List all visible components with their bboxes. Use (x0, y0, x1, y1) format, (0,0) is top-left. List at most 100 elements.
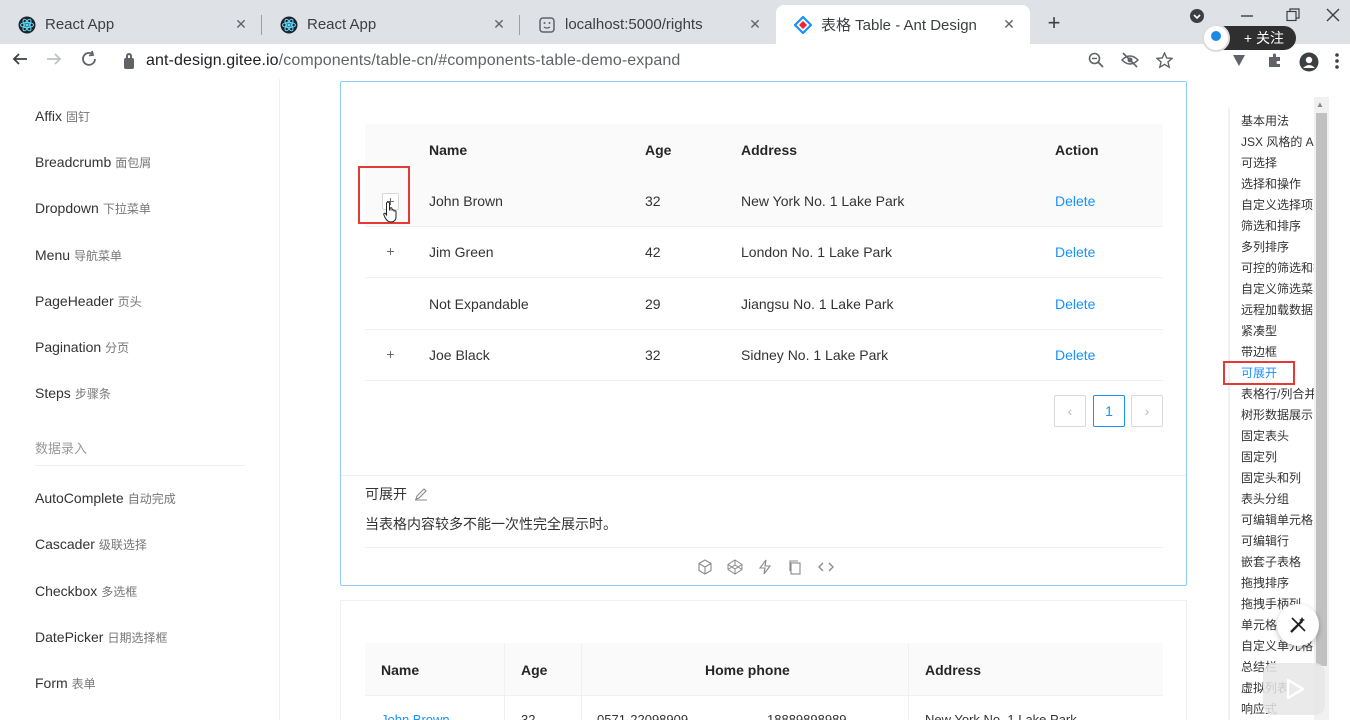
close-icon[interactable]: ✕ (746, 16, 764, 33)
close-window-icon[interactable] (1318, 8, 1348, 27)
delete-link[interactable]: Delete (1055, 296, 1095, 312)
delete-link[interactable]: Delete (1055, 347, 1095, 363)
sidebar-item-pageheader[interactable]: PageHeader 页头 (35, 293, 142, 310)
anchor-link[interactable]: 拖拽排序 (1241, 574, 1289, 591)
react-icon (280, 16, 298, 34)
sidebar-item-datepicker[interactable]: DatePicker 日期选择框 (35, 629, 167, 646)
close-icon[interactable]: ✕ (1000, 16, 1018, 33)
browser-tab[interactable]: React App ✕ (0, 5, 262, 44)
restore-icon[interactable] (1278, 8, 1308, 27)
copy-icon[interactable] (787, 559, 803, 575)
anchor-link[interactable]: 可控的筛选和排序 (1241, 259, 1314, 276)
pagination-next[interactable]: › (1131, 395, 1163, 427)
anchor-link[interactable]: 筛选和排序 (1241, 217, 1301, 234)
thunderbolt-icon[interactable] (757, 559, 773, 575)
forward-icon[interactable] (42, 50, 66, 73)
sidebar-item-menu[interactable]: Menu 导航菜单 (35, 247, 122, 264)
anchor-link[interactable]: 紧凑型 (1241, 322, 1277, 339)
hand-cursor-icon (383, 201, 397, 223)
sidebar-item-cascader[interactable]: Cascader 级联选择 (35, 536, 147, 553)
anchor-link[interactable]: 树形数据展示 (1241, 406, 1313, 423)
expand-row-button[interactable]: + (382, 244, 399, 261)
cell-name: Jim Green (429, 244, 494, 260)
edit-icon[interactable] (414, 487, 428, 501)
play-button[interactable] (1263, 663, 1325, 715)
sidebar-item-sublabel: 多选框 (101, 585, 138, 599)
cell-phone: 0571-22098909 (597, 712, 689, 720)
profile-icon[interactable] (1298, 52, 1320, 77)
column-header-age: Age (521, 662, 548, 678)
expand-row-button[interactable]: + (382, 347, 399, 364)
sidebar-item-affix[interactable]: Affix 固钉 (35, 108, 90, 125)
anchor-link[interactable]: JSX 风格的 API (1241, 133, 1314, 150)
close-icon[interactable]: ✕ (490, 16, 508, 33)
sidebar-item-label: Checkbox (35, 583, 98, 599)
browser-tab[interactable]: localhost:5000/rights ✕ (520, 5, 776, 44)
anchor-link[interactable]: 带边框 (1241, 343, 1277, 360)
extension-icon[interactable] (1228, 52, 1250, 73)
sidebar-item-label: Pagination (35, 339, 102, 355)
new-tab-button[interactable]: + (1042, 10, 1066, 36)
anchor-link[interactable]: 远程加载数据 (1241, 301, 1313, 318)
pagination-page[interactable]: 1 (1093, 395, 1125, 427)
sidebar-item-pagination[interactable]: Pagination 分页 (35, 339, 129, 356)
sidebar-item-label: DatePicker (35, 629, 104, 645)
anchor-link[interactable]: 可编辑行 (1241, 532, 1289, 549)
sidebar-item-label: PageHeader (35, 293, 114, 309)
sidebar-item-breadcrumb[interactable]: Breadcrumb 面包屑 (35, 154, 151, 171)
sidebar-item-checkbox[interactable]: Checkbox 多选框 (35, 583, 137, 600)
delete-link[interactable]: Delete (1055, 193, 1095, 209)
highlight-box (1223, 361, 1295, 385)
minimize-icon[interactable] (1232, 8, 1262, 27)
anchor-link[interactable]: 嵌套子表格 (1241, 553, 1301, 570)
zoom-icon[interactable] (1085, 52, 1107, 73)
pagination-prev[interactable]: ‹ (1054, 395, 1086, 427)
close-icon[interactable]: ✕ (232, 16, 250, 33)
anchor-link[interactable]: 自定义选择项 (1241, 196, 1313, 213)
anchor-link[interactable]: 可选择 (1241, 154, 1277, 171)
sidebar-item-form[interactable]: Form 表单 (35, 675, 96, 692)
scrollbar-thumb[interactable] (1316, 113, 1327, 666)
browser-tab[interactable]: React App ✕ (262, 5, 520, 44)
magic-wand-button[interactable] (1277, 604, 1319, 646)
star-icon[interactable] (1153, 51, 1175, 74)
side-navigation: Affix 固钉 Breadcrumb 面包屑 Dropdown 下拉菜单 Menu 导… (0, 79, 280, 720)
codepen-icon[interactable] (727, 559, 743, 575)
anchor-link[interactable]: 固定表头 (1241, 427, 1289, 444)
cell-age: 42 (645, 244, 661, 260)
anchor-link[interactable]: 多列排序 (1241, 238, 1289, 255)
browser-tab-strip: React App ✕ React App ✕ localhost:5000/r… (0, 0, 1350, 44)
anchor-link[interactable]: 表格行/列合并 (1241, 385, 1314, 402)
reload-icon[interactable] (77, 50, 101, 73)
back-icon[interactable] (8, 50, 32, 73)
demo-actions (691, 559, 841, 575)
anchor-link[interactable]: 选择和操作 (1241, 175, 1301, 192)
url-host: ant-design.gitee.io (146, 52, 279, 69)
anchor-link[interactable]: 基本用法 (1241, 112, 1289, 129)
anchor-link[interactable]: 固定列 (1241, 448, 1277, 465)
cell-age: 32 (521, 712, 536, 720)
sidebar-divider (35, 465, 245, 466)
sidebar-item-dropdown[interactable]: Dropdown 下拉菜单 (35, 200, 151, 217)
browser-tab-active[interactable]: 表格 Table - Ant Design ✕ (776, 5, 1030, 44)
anchor-link[interactable]: 自定义筛选菜单 (1241, 280, 1314, 297)
cell-age: 29 (645, 296, 661, 312)
address-bar[interactable]: ant-design.gitee.io/components/table-cn/… (114, 46, 1184, 76)
eye-off-icon[interactable] (1119, 52, 1141, 73)
follow-button[interactable]: + 关注 (1202, 24, 1296, 52)
kebab-menu-icon[interactable] (1326, 52, 1348, 75)
anchor-link[interactable]: 表头分组 (1241, 490, 1289, 507)
sidebar-item-sublabel: 表单 (71, 677, 96, 691)
codesandbox-icon[interactable] (697, 559, 713, 575)
anchor-link[interactable]: 可编辑单元格 (1241, 511, 1313, 528)
cell-name-link[interactable]: John Brown (381, 712, 450, 720)
code-expand-icon[interactable] (817, 559, 835, 575)
table-row: + Jim Green 42 London No. 1 Lake Park De… (365, 227, 1163, 278)
puzzle-icon[interactable] (1264, 52, 1286, 73)
scroll-up-arrow-icon[interactable]: ▲ (1316, 100, 1324, 109)
delete-link[interactable]: Delete (1055, 244, 1095, 260)
sidebar-item-autocomplete[interactable]: AutoComplete 自动完成 (35, 490, 176, 507)
cell-name: John Brown (429, 193, 503, 209)
sidebar-item-steps[interactable]: Steps 步骤条 (35, 385, 111, 402)
anchor-link[interactable]: 固定头和列 (1241, 469, 1301, 486)
